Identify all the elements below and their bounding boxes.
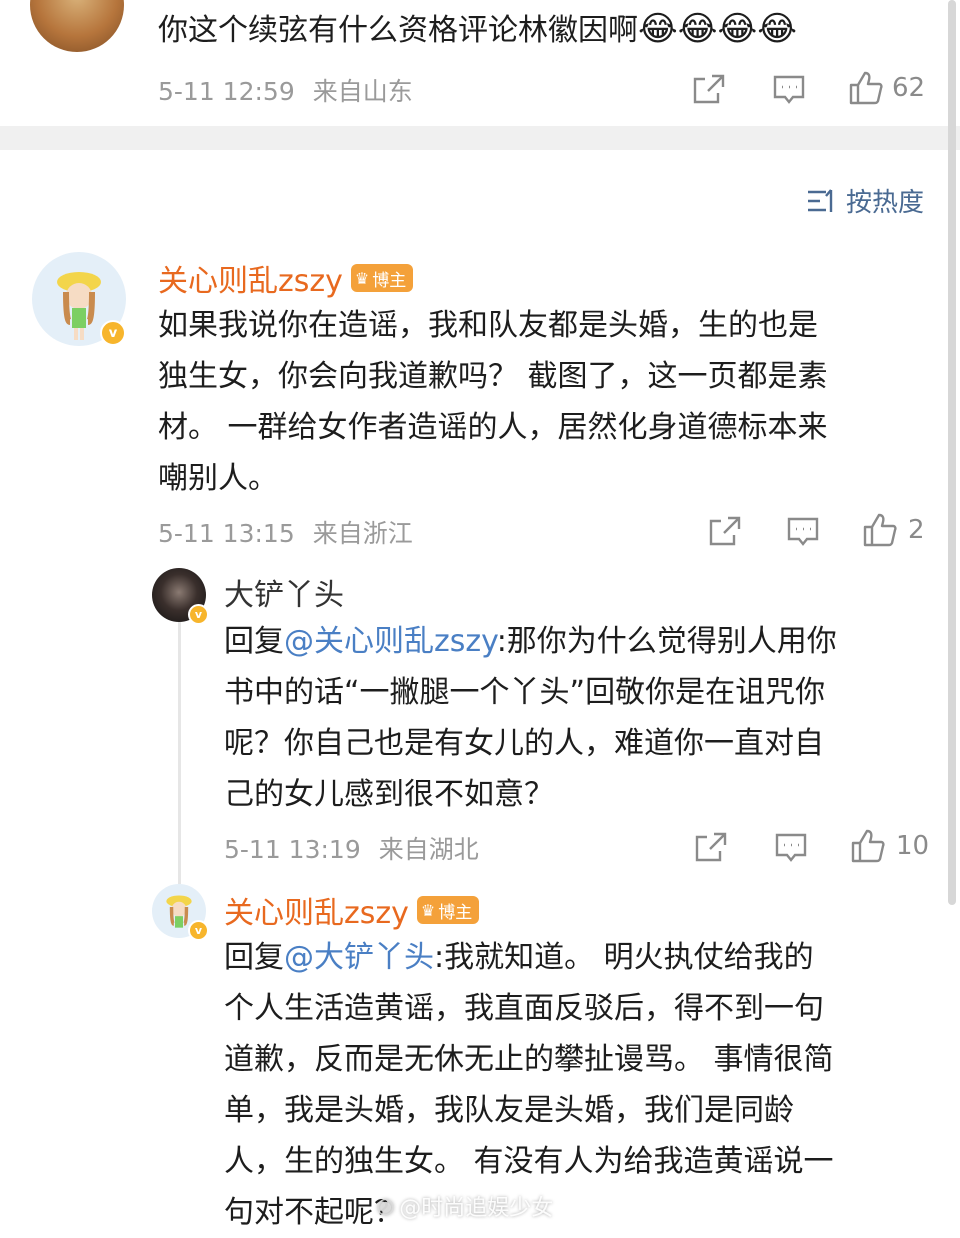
comment-line: 独生女，你会向我道歉吗？ 截图了，这一页都是素	[158, 359, 828, 394]
sort-icon	[808, 188, 833, 212]
comment-time: 5-11 13:15	[158, 519, 295, 548]
watermark: ◉ @时尚追娱少女	[376, 1190, 553, 1222]
like-button[interactable]: 2	[862, 512, 925, 548]
thumbs-up-icon	[851, 829, 885, 863]
laugh-emoji-icon: 😂	[677, 9, 718, 49]
comment-meta: 5-11 13:15 来自浙江	[158, 514, 413, 550]
reply-line: 道歉，反而是无休无止的攀扯谩骂。 事情很简	[224, 1042, 834, 1077]
comment-line: 嘲别人。	[158, 461, 278, 496]
reply-line: :那你为什么觉得别人用你	[496, 624, 837, 659]
laugh-emoji-icon: 😂	[717, 9, 758, 49]
section-divider	[0, 126, 960, 150]
owner-badge-label: 博主	[372, 270, 407, 291]
verified-badge-icon: v	[188, 604, 209, 625]
comment-icon[interactable]	[772, 74, 806, 106]
crown-icon: ♛	[420, 900, 436, 920]
reply-line: 单，我是头婚，我队友是头婚，我们是同龄	[224, 1093, 794, 1128]
like-count: 2	[908, 515, 925, 545]
reply-line: 己的女儿感到很不如意？	[224, 777, 554, 812]
author-name[interactable]: 关心则乱zszy	[224, 888, 409, 932]
reply-line: 呢？你自己也是有女儿的人，难道你一直对自	[224, 726, 824, 761]
weibo-logo-icon: ◉	[376, 1193, 396, 1219]
reply-header: 关心则乱zszy ♛ 博主	[224, 888, 480, 932]
share-icon[interactable]	[694, 831, 728, 863]
author-name[interactable]: 关心则乱zszy	[158, 256, 343, 300]
mention-link[interactable]: @关心则乱zszy	[284, 624, 497, 659]
reply-line: 书中的话“一撇腿一个丫头”回敬你是在诅咒你	[224, 675, 826, 710]
mention-link[interactable]: @大铲丫头	[284, 940, 434, 975]
watermark-text: @时尚追娱少女	[399, 1196, 554, 1221]
comment-time: 5-11 12:59	[158, 77, 295, 106]
scrollbar[interactable]	[948, 0, 956, 905]
comment-meta: 5-11 12:59 来自山东	[158, 72, 413, 108]
author-name[interactable]: 大铲丫头	[224, 570, 344, 614]
share-icon[interactable]	[708, 515, 742, 547]
share-icon[interactable]	[692, 73, 726, 105]
avatar[interactable]	[30, 0, 124, 52]
sort-label: 按热度	[846, 188, 925, 218]
owner-badge: ♛ 博主	[350, 264, 414, 292]
reply-location: 来自湖北	[378, 835, 479, 864]
sort-button[interactable]: 按热度	[806, 182, 924, 219]
reply-line: :我就知道。 明火执仗给我的	[434, 940, 814, 975]
like-count: 10	[896, 831, 930, 861]
owner-badge: ♛ 博主	[416, 896, 480, 924]
thumbs-up-icon	[849, 71, 883, 105]
comment-location: 来自山东	[312, 77, 413, 106]
comment-header: 关心则乱zszy ♛ 博主	[158, 256, 414, 300]
comment-text-content: 你这个续弦有什么资格评论林徽因啊	[158, 13, 638, 48]
owner-badge-label: 博主	[438, 902, 473, 923]
comment-text: 如果我说你在造谣，我和队友都是头婚，生的也是 独生女，你会向我道歉吗？ 截图了，…	[158, 300, 828, 504]
comment-location: 来自浙江	[312, 519, 413, 548]
reply-time: 5-11 13:19	[224, 835, 361, 864]
like-count: 62	[892, 73, 926, 103]
crown-icon: ♛	[354, 268, 370, 288]
laugh-emoji-icon: 😂	[638, 9, 678, 49]
verified-badge-icon: v	[188, 920, 209, 941]
like-button[interactable]: 62	[848, 70, 925, 106]
reply-line: 个人生活造黄谣，我直面反驳后，得不到一句	[224, 991, 824, 1026]
comment-icon[interactable]	[774, 832, 808, 864]
reply-text: 回复@关心则乱zszy:那你为什么觉得别人用你 书中的话“一撇腿一个丫头”回敬你…	[224, 616, 837, 820]
reply-prefix: 回复	[224, 624, 284, 659]
reply-prefix: 回复	[224, 940, 284, 975]
thumbs-up-icon	[863, 513, 897, 547]
like-button[interactable]: 10	[850, 828, 929, 864]
verified-badge-icon: v	[100, 320, 126, 346]
thread-line	[178, 622, 181, 884]
reply-line: 人，生的独生女。 有没有人为给我造黄谣说一	[224, 1144, 834, 1179]
comment-text: 你这个续弦有什么资格评论林徽因啊😂😂😂😂	[158, 4, 797, 56]
comment-icon[interactable]	[786, 516, 820, 548]
laugh-emoji-icon: 😂	[757, 9, 797, 49]
reply-meta: 5-11 13:19 来自湖北	[224, 830, 479, 866]
comment-line: 如果我说你在造谣，我和队友都是头婚，生的也是	[158, 308, 818, 343]
comment-line: 材。 一群给女作者造谣的人，居然化身道德标本来	[158, 410, 828, 445]
